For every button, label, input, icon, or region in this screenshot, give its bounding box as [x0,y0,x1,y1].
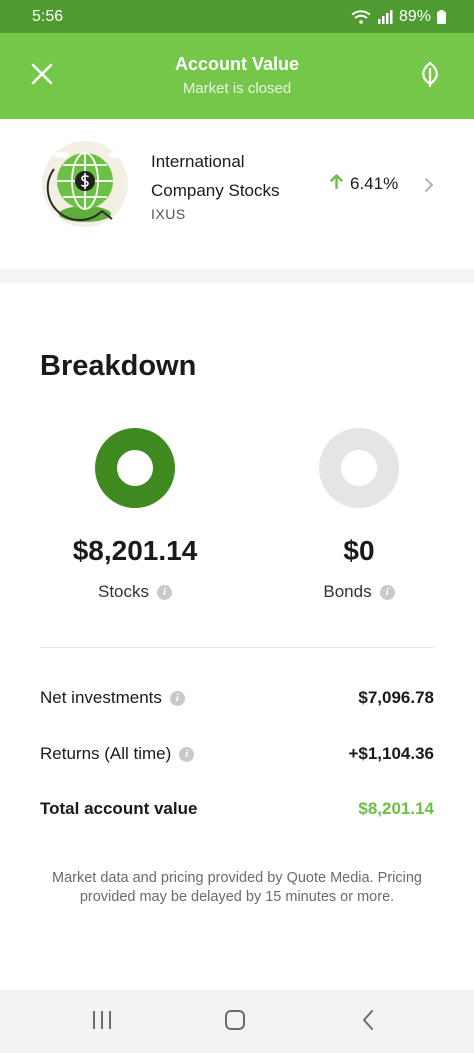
back-button[interactable] [348,1008,388,1036]
market-status: Market is closed [182,80,292,97]
returns-row: Returns (All time) i +$1,104.36 [40,744,434,764]
divider [40,647,434,648]
stocks-label: Stocks i [55,582,215,602]
info-icon[interactable]: i [379,584,395,600]
stocks-amount: $8,201.14 [72,535,198,566]
system-navigation-bar [0,990,474,1053]
fund-card[interactable]: International Company Stocks IXUS 6.41% [0,119,474,269]
total-account-value-label: Total account value [40,799,198,818]
bonds-donut-chart [319,428,399,508]
signal-icon [377,9,393,24]
net-investments-value: $7,096.78 [358,688,434,707]
stocks-donut-chart [95,428,175,508]
status-icons: 89% [351,8,446,26]
battery-icon [437,9,446,24]
breakdown-heading: Breakdown [40,350,197,382]
wifi-icon [351,9,371,24]
fund-change-value: 6.41% [350,174,399,193]
recents-icon [91,1010,113,1035]
total-account-value-row: Total account value $8,201.14 [40,799,434,819]
status-bar: 5:56 89% [0,0,474,33]
bonds-label: Bonds i [279,582,439,602]
total-account-value: $8,201.14 [358,799,434,818]
returns-value: +$1,104.36 [348,744,434,763]
info-icon[interactable]: i [179,746,195,762]
fund-name: International Company Stocks [151,152,280,200]
info-icon[interactable]: i [157,584,173,600]
home-button[interactable] [215,1008,255,1036]
returns-label: Returns (All time) [40,744,172,763]
bonds-label-text: Bonds [323,582,372,601]
leaf-button[interactable] [414,60,446,92]
bonds-amount: $0 [343,535,375,566]
net-investments-row: Net investments i $7,096.78 [40,688,434,708]
app-header: Account Value Market is closed [0,33,474,119]
section-divider [0,269,474,283]
fund-change: 6.41% [330,174,398,194]
back-icon [361,1009,375,1036]
chevron-right-icon [424,177,434,198]
leaf-icon [418,61,442,92]
status-time: 5:56 [32,7,64,25]
home-icon [224,1009,246,1036]
recent-apps-button[interactable] [82,1008,122,1036]
market-data-disclaimer: Market data and pricing provided by Quot… [52,870,422,905]
stocks-label-text: Stocks [97,582,150,601]
info-icon[interactable]: i [169,690,185,706]
page-title: Account Value [174,54,300,74]
battery-percent: 89% [398,7,431,25]
fund-ticker: IXUS [151,206,186,222]
net-investments-label: Net investments [40,688,162,707]
fund-logo [42,141,128,227]
arrow-up-icon [330,174,343,194]
